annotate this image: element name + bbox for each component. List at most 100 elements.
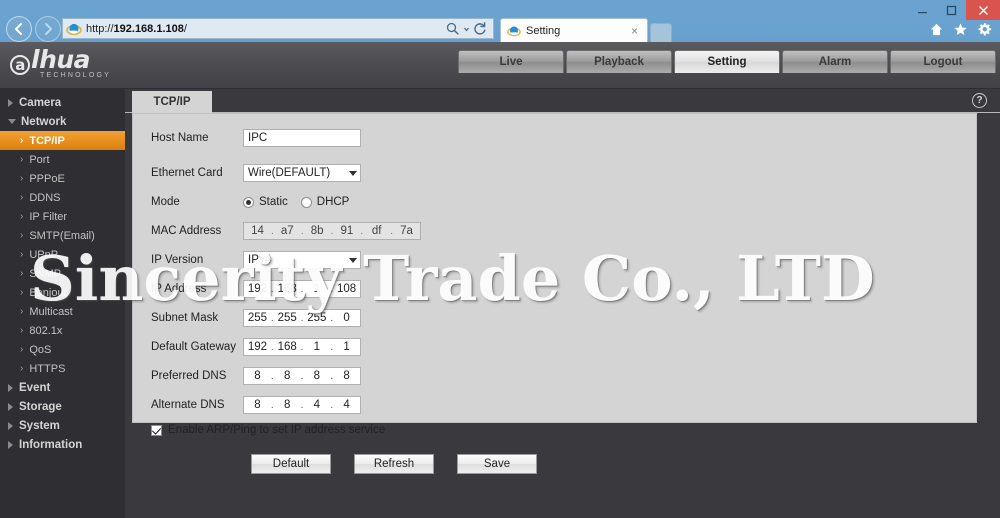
preferred-dns-label: Preferred DNS bbox=[151, 370, 227, 382]
close-button[interactable] bbox=[966, 0, 1000, 20]
chevron-down-icon[interactable] bbox=[463, 21, 470, 37]
host-name-label: Host Name bbox=[151, 132, 209, 144]
subnet-octet-4: 0 bbox=[343, 312, 350, 324]
content-area: TCP/IP ? Host Name IPC Ethernet Card Wir… bbox=[125, 89, 1000, 518]
chevron-down-icon bbox=[349, 171, 357, 176]
help-icon[interactable]: ? bbox=[972, 93, 987, 108]
window-controls bbox=[908, 0, 1000, 20]
host-name-input[interactable]: IPC bbox=[243, 129, 361, 147]
sidebar-item-smtp[interactable]: › SMTP(Email) bbox=[0, 226, 125, 245]
subnet-mask-input[interactable]: 255. 255. 255. 0 bbox=[243, 309, 361, 327]
chevron-right-icon bbox=[8, 402, 13, 411]
search-icon[interactable] bbox=[445, 21, 461, 37]
ethernet-card-select[interactable]: Wire(DEFAULT) bbox=[243, 164, 361, 182]
arp-ping-label: Enable ARP/Ping to set IP address servic… bbox=[168, 424, 386, 436]
ethernet-card-value: Wire(DEFAULT) bbox=[248, 167, 331, 179]
app-header: a lhua TECHNOLOGY Live Playback Setting A… bbox=[0, 42, 1000, 89]
alternate-dns-input[interactable]: 8. 8. 4. 4 bbox=[243, 396, 361, 414]
sidebar-group-event-label: Event bbox=[19, 381, 51, 394]
default-gateway-input[interactable]: 192. 168. 1. 1 bbox=[243, 338, 361, 356]
sidebar-item-upnp[interactable]: › UPnP bbox=[0, 245, 125, 264]
chevron-right-icon: › bbox=[20, 211, 24, 222]
ip-version-select[interactable]: IPv4 bbox=[243, 251, 361, 269]
chevron-right-icon bbox=[8, 421, 13, 430]
sidebar-group-network[interactable]: Network bbox=[0, 112, 125, 131]
sidebar-group-system[interactable]: System bbox=[0, 416, 125, 435]
nav-tab-logout[interactable]: Logout bbox=[890, 50, 996, 73]
preferred-dns-input[interactable]: 8. 8. 8. 8 bbox=[243, 367, 361, 385]
nav-tab-playback[interactable]: Playback bbox=[566, 50, 672, 73]
mode-dhcp-radio[interactable] bbox=[300, 196, 312, 208]
sidebar-item-pppoe[interactable]: › PPPoE bbox=[0, 169, 125, 188]
chevron-right-icon: › bbox=[20, 135, 24, 146]
tab-close-icon[interactable]: × bbox=[628, 25, 641, 37]
sidebar-group-camera-label: Camera bbox=[19, 96, 62, 109]
sidebar-item-ddns[interactable]: › DDNS bbox=[0, 188, 125, 207]
form-row-mode: Mode Static DHCP bbox=[151, 192, 537, 212]
sidebar-item-port-label: Port bbox=[29, 153, 50, 166]
gateway-octet-4: 1 bbox=[343, 341, 350, 353]
sidebar-item-tcpip[interactable]: › TCP/IP bbox=[0, 131, 125, 150]
subnet-octet-1: 255 bbox=[247, 312, 268, 324]
arp-ping-checkbox[interactable] bbox=[151, 424, 162, 436]
chevron-right-icon: › bbox=[20, 306, 24, 317]
gateway-octet-2: 168 bbox=[277, 341, 297, 353]
tab-strip: Setting × bbox=[500, 18, 672, 42]
logo-tagline: TECHNOLOGY bbox=[40, 72, 112, 79]
sidebar-group-information[interactable]: Information bbox=[0, 435, 125, 454]
browser-toolbar-icons bbox=[929, 22, 992, 37]
browser-tab-setting[interactable]: Setting × bbox=[500, 18, 648, 42]
preferred-dns-octet-1: 8 bbox=[254, 370, 261, 382]
tab-favicon-icon bbox=[507, 26, 521, 36]
sidebar-item-https-label: HTTPS bbox=[29, 362, 66, 375]
nav-tab-playback-label: Playback bbox=[594, 56, 644, 68]
sidebar-item-8021x[interactable]: › 802.1x bbox=[0, 321, 125, 340]
nav-tab-setting-label: Setting bbox=[707, 56, 747, 68]
gear-icon[interactable] bbox=[977, 22, 992, 37]
save-button[interactable]: Save bbox=[457, 454, 537, 474]
forward-arrow-icon[interactable] bbox=[35, 15, 61, 42]
sidebar-item-https[interactable]: › HTTPS bbox=[0, 359, 125, 378]
sidebar: Camera Network › TCP/IP › Port › PPPoE › DDN… bbox=[0, 89, 125, 518]
star-icon[interactable] bbox=[953, 22, 968, 37]
sidebar-item-bonjour[interactable]: › Bonjour bbox=[0, 283, 125, 302]
form-row-ip-address: IP Address 192. 168. 1. 108 bbox=[151, 279, 537, 299]
sidebar-group-storage[interactable]: Storage bbox=[0, 397, 125, 416]
sidebar-group-camera[interactable]: Camera bbox=[0, 93, 125, 112]
ip-address-input[interactable]: 192. 168. 1. 108 bbox=[243, 280, 361, 298]
tcpip-form: Host Name IPC Ethernet Card Wire(DEFAULT… bbox=[151, 128, 537, 474]
nav-tab-alarm[interactable]: Alarm bbox=[782, 50, 888, 73]
form-row-host-name: Host Name IPC bbox=[151, 128, 537, 148]
app-body: Camera Network › TCP/IP › Port › PPPoE › DDN… bbox=[0, 89, 1000, 518]
default-button[interactable]: Default bbox=[251, 454, 331, 474]
sidebar-group-event[interactable]: Event bbox=[0, 378, 125, 397]
sidebar-item-multicast[interactable]: › Multicast bbox=[0, 302, 125, 321]
logo-at-mark: a bbox=[10, 55, 30, 75]
refresh-icon[interactable] bbox=[472, 21, 488, 37]
back-arrow-icon[interactable] bbox=[6, 15, 32, 42]
new-tab-button[interactable] bbox=[650, 23, 672, 42]
home-icon[interactable] bbox=[929, 22, 944, 37]
form-row-ethernet-card: Ethernet Card Wire(DEFAULT) bbox=[151, 163, 537, 183]
mode-dhcp-label: DHCP bbox=[316, 196, 350, 208]
maximize-button[interactable] bbox=[937, 0, 966, 20]
mode-static-radio[interactable] bbox=[243, 196, 254, 208]
chevron-right-icon: › bbox=[20, 363, 24, 374]
sidebar-item-bonjour-label: Bonjour bbox=[29, 286, 68, 299]
alternate-dns-octet-4: 4 bbox=[343, 399, 350, 411]
nav-tab-live[interactable]: Live bbox=[458, 50, 564, 73]
form-row-default-gateway: Default Gateway 192. 168. 1. 1 bbox=[151, 337, 537, 357]
sidebar-item-upnp-label: UPnP bbox=[29, 248, 59, 261]
nav-tab-setting[interactable]: Setting bbox=[674, 50, 780, 73]
sidebar-item-snmp[interactable]: › SNMP bbox=[0, 264, 125, 283]
panel-tab-tcpip[interactable]: TCP/IP bbox=[132, 91, 212, 113]
ip-octet-3: 1 bbox=[313, 283, 321, 295]
refresh-button[interactable]: Refresh bbox=[354, 454, 434, 474]
sidebar-item-ip-filter[interactable]: › IP Filter bbox=[0, 207, 125, 226]
address-bar[interactable]: http://192.168.1.108/ bbox=[62, 18, 494, 39]
sidebar-item-qos[interactable]: › QoS bbox=[0, 340, 125, 359]
sidebar-item-port[interactable]: › Port bbox=[0, 150, 125, 169]
chevron-right-icon: › bbox=[20, 192, 24, 203]
minimize-button[interactable] bbox=[908, 0, 937, 20]
mode-radio-group: Static DHCP bbox=[243, 196, 357, 208]
